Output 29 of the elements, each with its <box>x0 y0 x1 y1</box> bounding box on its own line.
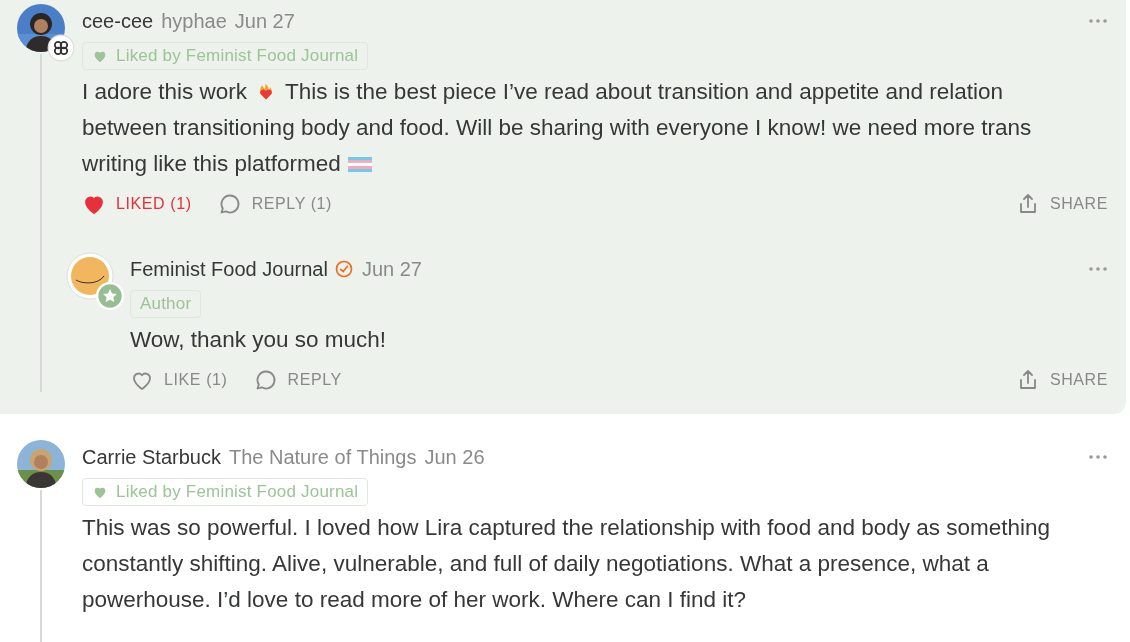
comment-text: Wow, thank you so much! <box>130 326 386 354</box>
more-icon[interactable] <box>1088 266 1108 272</box>
liked-by-text: Liked by Feminist Food Journal <box>116 482 359 502</box>
reply-button[interactable]: REPLY <box>253 368 342 392</box>
star-badge-icon <box>96 282 124 310</box>
like-button[interactable]: LIKE (1) <box>130 368 228 392</box>
publication-name[interactable]: hyphae <box>161 9 227 33</box>
comment-date[interactable]: Jun 27 <box>234 9 295 33</box>
comment-date[interactable]: Jun 27 <box>361 257 422 281</box>
comment-text: This is the best piece I’ve read about transition and appetite and relation <box>285 78 1004 106</box>
publication-name[interactable]: The Nature of Things <box>228 445 417 469</box>
more-icon[interactable] <box>1088 18 1108 24</box>
author-tag: Author <box>130 290 202 318</box>
comment-text: between transitioning body and food. Will be sharing with everyone I know! we need more trans <box>82 114 1032 142</box>
comment-date[interactable]: Jun 26 <box>424 445 485 469</box>
flag-icon <box>347 154 372 174</box>
flower-badge-icon <box>47 34 75 62</box>
author-name[interactable]: Carrie Starbuck <box>82 445 221 469</box>
reply-button[interactable]: REPLY (1) <box>217 192 333 216</box>
comment-text: I adore this work <box>82 78 248 106</box>
like-button[interactable]: LIKED (1) <box>82 192 192 216</box>
author-name[interactable]: cee-cee <box>82 9 154 33</box>
more-icon[interactable] <box>1088 454 1108 460</box>
share-button[interactable]: SHARE <box>1015 368 1108 392</box>
liked-by-text: Liked by Feminist Food Journal <box>116 46 359 66</box>
comment-text: writing like this platformed <box>82 150 341 178</box>
share-button[interactable]: SHARE <box>1015 192 1108 216</box>
author-name[interactable]: Feminist Food Journal <box>130 257 328 281</box>
comment-text: This was so powerful. I loved how Lira captured the relationship with food and body as something constantly shifting. Alive, vulnerable, and full of daily negotiations. What a presence, what a powerhouse. I’d love to read more of her work. Where can I find it? <box>82 514 1052 614</box>
